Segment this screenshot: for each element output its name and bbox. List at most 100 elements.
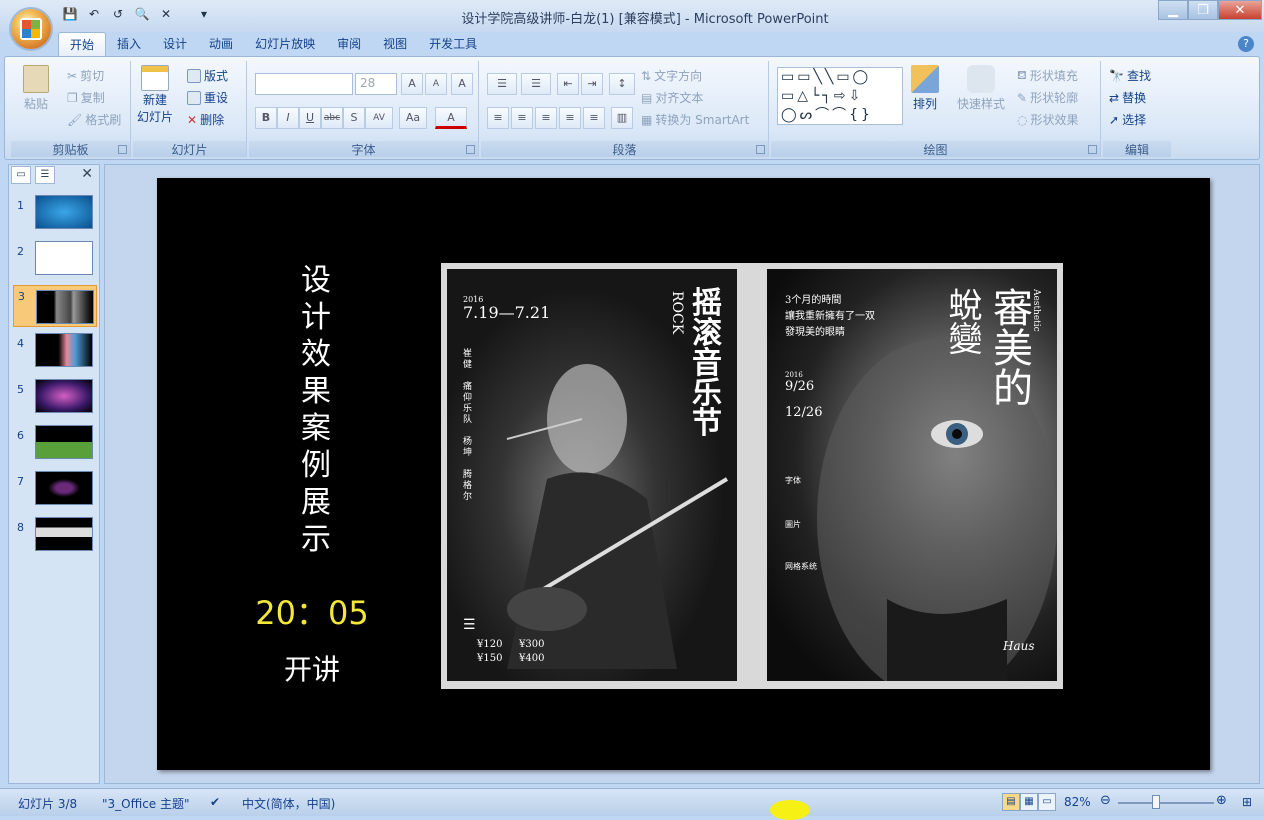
outline-tab-icon[interactable]: ☰ bbox=[35, 166, 55, 184]
numbering-button[interactable]: ☰ bbox=[521, 73, 551, 95]
thumb-image bbox=[35, 379, 93, 413]
sorter-view-icon[interactable]: ▦ bbox=[1020, 793, 1038, 811]
bullets-button[interactable]: ☰ bbox=[487, 73, 517, 95]
tab-review[interactable]: 审阅 bbox=[326, 32, 372, 56]
thumb-image bbox=[36, 290, 94, 324]
slide-thumb-1[interactable]: 1 bbox=[13, 195, 97, 235]
reset-button[interactable]: 重设 bbox=[187, 89, 228, 106]
slide-counter: 幻灯片 3/8 bbox=[18, 797, 78, 811]
decrease-indent-button[interactable]: ⇤ bbox=[557, 73, 579, 95]
align-right-button[interactable]: ≡ bbox=[535, 107, 557, 129]
underline-button[interactable]: U bbox=[299, 107, 321, 129]
slide-thumb-6[interactable]: 6 bbox=[13, 425, 97, 465]
tab-developer[interactable]: 开发工具 bbox=[418, 32, 488, 56]
paste-button[interactable]: 粘贴 bbox=[23, 65, 49, 112]
subtitle-text[interactable]: 开讲 bbox=[257, 648, 367, 688]
fit-window-icon[interactable]: ⊞ bbox=[1242, 795, 1252, 809]
spellcheck-icon[interactable]: ✔ bbox=[210, 795, 220, 809]
font-color-button[interactable]: A bbox=[435, 107, 467, 129]
bold-button[interactable]: B bbox=[255, 107, 277, 129]
slide-thumb-3[interactable]: 3 bbox=[13, 285, 97, 327]
zoom-level[interactable]: 82% bbox=[1064, 795, 1091, 809]
copy-button[interactable]: ❐ 复制 bbox=[67, 89, 105, 106]
shape-effects-button[interactable]: ◌ 形状效果 bbox=[1017, 111, 1079, 128]
arrange-button[interactable]: 排列 bbox=[911, 65, 939, 112]
align-left-button[interactable]: ≡ bbox=[487, 107, 509, 129]
font-size-combo[interactable]: 28 bbox=[355, 73, 397, 95]
minimize-button[interactable]: ▁ bbox=[1158, 0, 1188, 20]
paragraph-launcher-icon[interactable] bbox=[756, 145, 765, 154]
slide-thumb-8[interactable]: 8 bbox=[13, 517, 97, 557]
font-launcher-icon[interactable] bbox=[466, 145, 475, 154]
delete-slide-button[interactable]: ✕ 删除 bbox=[187, 111, 224, 128]
slide-canvas[interactable]: 设 计 效 果 案 例 展 示 20：05 开讲 2016 7.19—7.21 … bbox=[157, 178, 1210, 770]
tab-view[interactable]: 视图 bbox=[372, 32, 418, 56]
layout-button[interactable]: 版式 bbox=[187, 67, 228, 84]
quick-styles-button[interactable]: 快速样式 bbox=[957, 65, 1005, 112]
format-painter-button[interactable]: 🖌 格式刷 bbox=[67, 111, 121, 128]
font-name-combo[interactable] bbox=[255, 73, 353, 95]
editing-group: 🔭 查找 ⇄ 替换 ➚ 选择 编辑 bbox=[1103, 61, 1171, 157]
change-case-button[interactable]: Aa bbox=[399, 107, 427, 129]
zoom-slider-track[interactable] bbox=[1118, 802, 1214, 804]
normal-view-icon[interactable]: ▤ bbox=[1002, 793, 1020, 811]
shrink-font-button[interactable]: A bbox=[425, 73, 447, 95]
align-text-button[interactable]: ▤ 对齐文本 bbox=[641, 89, 703, 106]
drawing-launcher-icon[interactable] bbox=[1088, 145, 1097, 154]
italic-button[interactable]: I bbox=[277, 107, 299, 129]
timer-text[interactable]: 20：05 bbox=[247, 588, 377, 634]
char-spacing-button[interactable]: AV bbox=[365, 107, 393, 129]
shape-fill-button[interactable]: ⛾ 形状填充 bbox=[1017, 67, 1078, 84]
slide-thumb-5[interactable]: 5 bbox=[13, 379, 97, 419]
office-logo-icon bbox=[20, 18, 42, 40]
smartart-button[interactable]: ▦ 转换为 SmartArt bbox=[641, 111, 749, 128]
zoom-slider-thumb[interactable] bbox=[1152, 795, 1160, 809]
new-slide-button[interactable]: 新建 幻灯片 bbox=[137, 65, 173, 125]
slide-thumb-2[interactable]: 2 bbox=[13, 241, 97, 281]
grow-font-button[interactable]: A bbox=[401, 73, 423, 95]
increase-indent-button[interactable]: ⇥ bbox=[581, 73, 603, 95]
posters-image[interactable]: 2016 7.19—7.21 ROCK 摇 滚 音 乐 节 崔健 痛仰乐队 杨坤… bbox=[441, 263, 1063, 689]
clipboard-label: 剪贴板 bbox=[11, 141, 130, 157]
tab-design[interactable]: 设计 bbox=[152, 32, 198, 56]
clear-format-button[interactable]: A bbox=[451, 73, 473, 95]
tab-home[interactable]: 开始 bbox=[58, 32, 107, 56]
language-indicator[interactable]: 中文(简体，中国) bbox=[242, 795, 335, 812]
text-direction-button[interactable]: ⇅ 文字方向 bbox=[641, 67, 702, 84]
cut-button[interactable]: ✂ 剪切 bbox=[67, 67, 104, 84]
find-label: 查找 bbox=[1126, 69, 1151, 83]
slideshow-view-icon[interactable]: ▭ bbox=[1038, 793, 1056, 811]
zoom-in-icon[interactable]: ⊕ bbox=[1216, 793, 1227, 808]
zoom-out-icon[interactable]: ⊖ bbox=[1100, 793, 1111, 808]
tab-slideshow[interactable]: 幻灯片放映 bbox=[244, 32, 326, 56]
find-button[interactable]: 🔭 查找 bbox=[1109, 67, 1151, 84]
line-spacing-button[interactable]: ↕ bbox=[609, 73, 635, 95]
slide-thumb-4[interactable]: 4 bbox=[13, 333, 97, 373]
restore-button[interactable]: ❐ bbox=[1188, 0, 1218, 20]
shadow-button[interactable]: S bbox=[343, 107, 365, 129]
clipboard-launcher-icon[interactable] bbox=[118, 145, 127, 154]
delete-icon: ✕ bbox=[187, 112, 198, 127]
columns-button[interactable]: ▥ bbox=[611, 107, 633, 129]
align-center-button[interactable]: ≡ bbox=[511, 107, 533, 129]
shapes-gallery[interactable]: ▭▭╲╲▭◯ ▭△└┐⇨⇩ ◯ᔕ⌒⌒{} bbox=[777, 67, 903, 125]
shape-outline-button[interactable]: ✎ 形状轮廓 bbox=[1017, 89, 1078, 106]
office-button[interactable] bbox=[11, 9, 51, 49]
strikethrough-button[interactable]: abc bbox=[321, 107, 343, 129]
select-button[interactable]: ➚ 选择 bbox=[1109, 111, 1146, 128]
shape-outline-label: 形状轮廓 bbox=[1030, 91, 1079, 105]
tab-insert[interactable]: 插入 bbox=[106, 32, 152, 56]
slide-title[interactable]: 设 计 效 果 案 例 展 示 bbox=[299, 262, 333, 558]
justify-button[interactable]: ≡ bbox=[559, 107, 581, 129]
replace-button[interactable]: ⇄ 替换 bbox=[1109, 89, 1146, 106]
slides-tab-icon[interactable]: ▭ bbox=[11, 166, 31, 184]
poster2-section: 圖片 bbox=[785, 520, 801, 529]
distribute-button[interactable]: ≡ bbox=[583, 107, 605, 129]
poster1-price: ¥400 bbox=[519, 653, 545, 664]
slide-thumb-7[interactable]: 7 bbox=[13, 471, 97, 511]
close-button[interactable]: ✕ bbox=[1218, 0, 1262, 20]
tab-animations[interactable]: 动画 bbox=[198, 32, 244, 56]
help-icon[interactable]: ? bbox=[1238, 36, 1254, 52]
panel-close-icon[interactable]: ✕ bbox=[81, 166, 93, 182]
poster2-aesthetic: Aesthetic bbox=[1031, 289, 1041, 332]
